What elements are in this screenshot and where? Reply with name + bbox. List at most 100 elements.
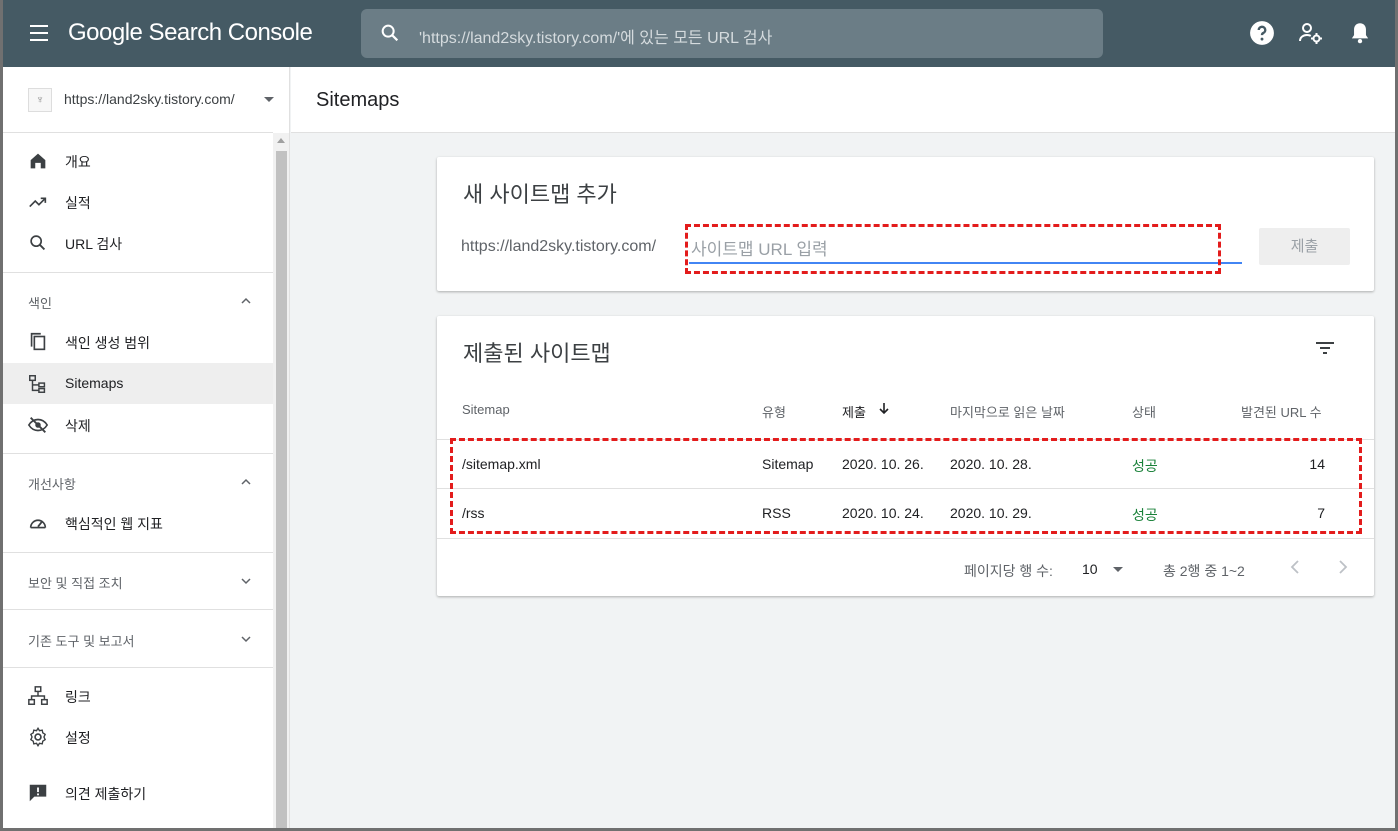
help-icon[interactable] [1249, 20, 1275, 46]
chevron-up-icon [241, 478, 251, 485]
sidebar-item-label: 의견 제출하기 [65, 786, 147, 802]
copy-icon [30, 332, 46, 351]
sidebar-item-label: 핵심적인 웹 지표 [65, 516, 163, 532]
cell-submitted: 2020. 10. 26. [842, 456, 924, 472]
search-icon [381, 24, 399, 42]
chevron-left-icon[interactable] [1285, 556, 1307, 578]
sidebar-item-label: 설정 [65, 730, 91, 746]
page-title: Sitemaps [316, 89, 400, 111]
rows-per-page-label: 페이지당 행 수: [964, 563, 1053, 579]
sidebar-item-links[interactable]: 링크 [0, 675, 273, 716]
feedback-icon [29, 784, 47, 802]
column-header-submitted[interactable]: 제출 [842, 402, 866, 421]
section-label: 보안 및 직접 조치 [28, 576, 123, 591]
user-settings-icon[interactable] [1298, 20, 1324, 46]
sitemap-icon [29, 375, 46, 393]
cell-type: RSS [762, 505, 791, 521]
submit-button[interactable]: 제출 [1259, 228, 1350, 265]
chevron-up-icon [241, 297, 251, 304]
search-icon [30, 235, 46, 251]
section-index-header[interactable]: 색인 [0, 281, 273, 321]
chevron-down-icon [241, 636, 251, 643]
cell-discovered-urls: 7 [1317, 505, 1325, 521]
add-sitemap-card: 새 사이트맵 추가 https://land2sky.tistory.com/ … [437, 157, 1374, 291]
sidebar-item-sitemaps[interactable]: Sitemaps [0, 363, 273, 404]
column-header-discovered-urls[interactable]: 발견된 URL 수 [1241, 402, 1322, 421]
arrow-down-icon[interactable] [877, 401, 891, 415]
cell-submitted: 2020. 10. 24. [842, 505, 924, 521]
property-selector[interactable]: ♆ https://land2sky.tistory.com/ [0, 67, 274, 133]
sitemap-url-prefix: https://land2sky.tistory.com/ [461, 238, 657, 255]
sidebar-item-url-inspection[interactable]: URL 검사 [0, 222, 273, 263]
app-logo[interactable]: Google Search Console [68, 19, 313, 47]
sidebar: ♆ https://land2sky.tistory.com/ 개요 실적 UR… [0, 67, 290, 831]
sidebar-item-overview[interactable]: 개요 [0, 140, 273, 181]
gear-icon [29, 726, 47, 748]
search-placeholder: 'https://land2sky.tistory.com/'에 있는 모든 U… [419, 30, 773, 47]
sidebar-item-feedback[interactable]: 의견 제출하기 [0, 772, 273, 813]
sidebar-item-label: URL 검사 [65, 236, 123, 252]
cell-status: 성공 [1132, 507, 1158, 523]
divider [437, 538, 1374, 539]
sidebar-item-removals[interactable]: 삭제 [0, 404, 273, 445]
home-icon [30, 153, 46, 169]
section-security-header[interactable]: 보안 및 직접 조치 [0, 561, 273, 601]
chevron-down-icon [241, 578, 251, 585]
property-url: https://land2sky.tistory.com/ [64, 91, 235, 107]
top-app-bar: Google Search Console 'https://land2sky.… [0, 0, 1398, 67]
cell-last-read: 2020. 10. 29. [950, 505, 1032, 521]
sidebar-item-label: Sitemaps [65, 375, 124, 391]
table-row[interactable]: /rss RSS 2020. 10. 24. 2020. 10. 29. 성공 … [437, 488, 1374, 538]
filter-icon[interactable] [1313, 336, 1337, 360]
column-header-status[interactable]: 상태 [1132, 402, 1156, 421]
links-icon [28, 686, 48, 705]
sidebar-item-label: 삭제 [65, 418, 91, 434]
page-header: Sitemaps [291, 67, 1398, 133]
cell-last-read: 2020. 10. 28. [950, 456, 1032, 472]
section-enhancements-header[interactable]: 개선사항 [0, 462, 273, 502]
submitted-sitemaps-card: 제출된 사이트맵 Sitemap 유형 제출 마지막으로 읽은 날짜 상태 발견… [437, 316, 1374, 596]
scroll-thumb[interactable] [276, 151, 287, 831]
sidebar-item-coverage[interactable]: 색인 생성 범위 [0, 321, 273, 362]
divider [0, 453, 273, 454]
cell-sitemap: /rss [462, 505, 485, 521]
sidebar-item-core-web-vitals[interactable]: 핵심적인 웹 지표 [0, 502, 273, 543]
column-header-last-read[interactable]: 마지막으로 읽은 날짜 [950, 402, 1065, 421]
sidebar-scrollbar[interactable] [273, 133, 289, 831]
pager-range: 총 2행 중 1~2 [1163, 563, 1245, 579]
notifications-bell-icon[interactable] [1347, 20, 1373, 46]
card-title: 제출된 사이트맵 [463, 341, 611, 366]
rows-per-page-select[interactable]: 10 [1080, 557, 1126, 581]
sidebar-item-settings[interactable]: 설정 [0, 716, 273, 757]
sidebar-item-label: 실적 [65, 195, 91, 211]
url-inspect-search[interactable]: 'https://land2sky.tistory.com/'에 있는 모든 U… [361, 9, 1103, 58]
section-label: 기존 도구 및 보고서 [28, 634, 135, 649]
sidebar-item-label: 링크 [65, 689, 91, 705]
rows-per-page-value: 10 [1082, 561, 1098, 577]
section-label: 개선사항 [28, 477, 76, 492]
cell-type: Sitemap [762, 456, 814, 472]
section-legacy-header[interactable]: 기존 도구 및 보고서 [0, 619, 273, 659]
card-title: 새 사이트맵 추가 [463, 182, 617, 207]
column-header-sitemap[interactable]: Sitemap [462, 402, 510, 417]
chevron-right-icon[interactable] [1331, 556, 1353, 578]
sidebar-item-label: 개요 [65, 154, 91, 170]
divider [0, 272, 273, 273]
section-label: 색인 [28, 296, 52, 311]
table-row[interactable]: /sitemap.xml Sitemap 2020. 10. 26. 2020.… [437, 439, 1374, 489]
speedometer-icon [29, 519, 47, 529]
sidebar-item-label: 색인 생성 범위 [65, 335, 151, 351]
property-favicon-icon: ♆ [28, 88, 52, 112]
trending-up-icon [29, 197, 47, 208]
divider [0, 667, 273, 668]
cell-discovered-urls: 14 [1309, 456, 1325, 472]
menu-icon[interactable] [24, 20, 54, 48]
caret-down-icon [264, 97, 274, 102]
sitemap-url-input[interactable] [689, 238, 1242, 264]
caret-down-icon [1113, 567, 1123, 572]
eye-off-icon [27, 417, 49, 433]
column-header-type[interactable]: 유형 [762, 402, 786, 421]
divider [0, 552, 273, 553]
sidebar-item-performance[interactable]: 실적 [0, 181, 273, 222]
scroll-up-arrow-icon[interactable] [277, 138, 285, 143]
